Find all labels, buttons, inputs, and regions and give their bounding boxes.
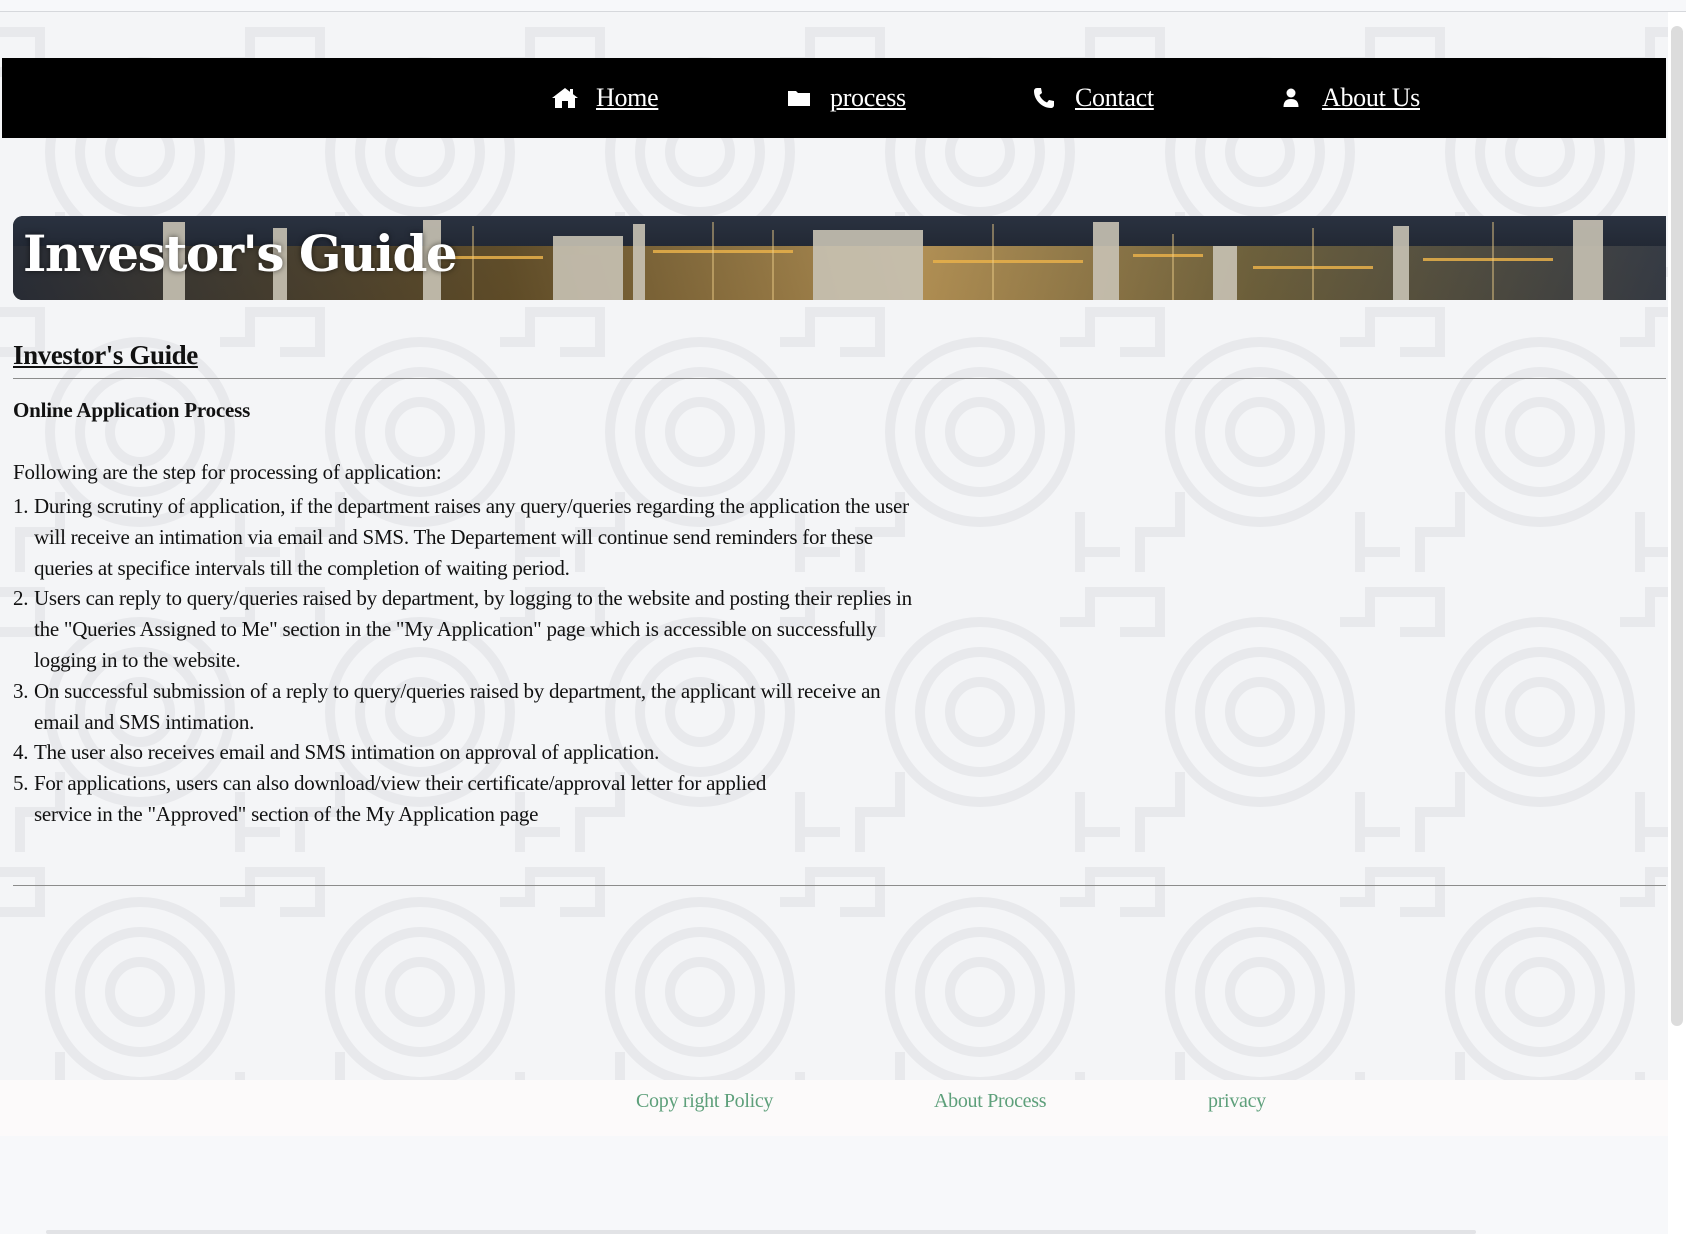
- page-title: Investor's Guide: [13, 340, 198, 370]
- footer-link-privacy[interactable]: privacy: [1208, 1090, 1266, 1113]
- sub-heading: Online Application Process: [13, 398, 251, 422]
- horizontal-scrollbar[interactable]: [46, 1230, 1476, 1234]
- list-item: 3. On successful submission of a reply t…: [13, 676, 953, 738]
- footer: Copy right Policy About Process privacy: [0, 1080, 1668, 1136]
- divider-bottom: [13, 885, 1666, 886]
- step-number: 1.: [13, 494, 29, 518]
- list-item: 4. The user also receives email and SMS …: [13, 737, 953, 768]
- step-number: 5.: [13, 771, 29, 796]
- main-content: Investor's Guide Online Application Proc…: [13, 336, 1666, 826]
- nav-home[interactable]: Home: [550, 80, 659, 116]
- nav-process[interactable]: process: [784, 80, 906, 116]
- main-navbar: Home process Contact About Us: [2, 58, 1666, 138]
- intro-text: Following are the step for processing of…: [13, 460, 442, 484]
- footer-link-about-process[interactable]: About Process: [934, 1090, 1047, 1113]
- list-item: 2. Users can reply to query/queries rais…: [13, 583, 953, 675]
- phone-icon: [1029, 83, 1059, 113]
- scrollbar-thumb[interactable]: [1671, 26, 1683, 1026]
- list-item: 1. During scrutiny of application, if th…: [13, 491, 953, 583]
- nav-about-us-label: About Us: [1322, 83, 1420, 112]
- home-icon: [550, 83, 580, 113]
- banner-title: Investor's Guide: [23, 224, 458, 283]
- steps-list: 1. During scrutiny of application, if th…: [13, 491, 953, 830]
- step-text: On successful submission of a reply to q…: [34, 678, 881, 734]
- nav-contact-label: Contact: [1075, 83, 1154, 112]
- step-text: Users can reply to query/queries raised …: [34, 586, 912, 672]
- nav-contact[interactable]: Contact: [1029, 80, 1154, 116]
- vertical-scrollbar[interactable]: [1668, 12, 1686, 1234]
- divider-top: [13, 378, 1666, 379]
- step-number: 4.: [13, 740, 29, 765]
- user-icon: [1276, 83, 1306, 113]
- step-number: 2.: [13, 586, 29, 611]
- step-text: For applications, users can also downloa…: [34, 771, 767, 826]
- nav-home-label: Home: [596, 83, 659, 112]
- nav-process-label: process: [830, 83, 906, 112]
- banner: Investor's Guide: [13, 216, 1666, 300]
- nav-about-us[interactable]: About Us: [1276, 80, 1420, 116]
- footer-link-copyright-policy[interactable]: Copy right Policy: [636, 1090, 773, 1113]
- step-number: 3.: [13, 678, 29, 703]
- folder-icon: [784, 83, 814, 113]
- list-item: 5. For applications, users can also down…: [13, 768, 953, 830]
- step-text: During scrutiny of application, if the d…: [34, 494, 909, 580]
- step-text: The user also receives email and SMS int…: [34, 740, 660, 765]
